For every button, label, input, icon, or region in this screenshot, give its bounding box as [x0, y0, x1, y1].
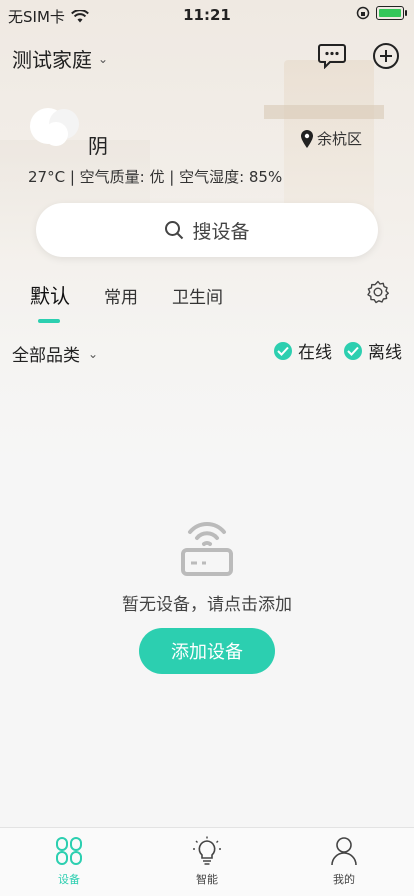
tab-label: 常用 [104, 288, 138, 308]
online-label: 在线 [298, 343, 332, 363]
tab-default[interactable]: 默认 [30, 280, 70, 323]
router-icon [181, 521, 233, 576]
gear-icon [367, 280, 389, 304]
offline-checkbox[interactable]: 离线 [344, 338, 402, 363]
online-checkbox[interactable]: 在线 [274, 338, 332, 363]
active-tab-indicator [38, 319, 60, 323]
plus-circle-icon [373, 43, 399, 69]
location-pin-icon [300, 129, 313, 148]
tab-label: 卫生间 [172, 288, 223, 308]
empty-message: 暂无设备，请点击添加 [122, 595, 292, 615]
lightbulb-icon [193, 836, 221, 865]
device-filters: 全部品类 ⌄ 在线 离线 [12, 338, 402, 368]
search-bar[interactable]: 搜设备 [36, 203, 378, 257]
category-selector[interactable]: 全部品类 ⌄ [12, 341, 98, 366]
search-label: 搜设备 [192, 220, 250, 243]
location[interactable]: 余杭区 [300, 128, 362, 149]
search-icon [165, 221, 184, 240]
header-actions [316, 40, 402, 72]
weather-condition: 阴 [88, 134, 108, 158]
location-label: 余杭区 [316, 130, 362, 148]
tab-common[interactable]: 常用 [104, 280, 138, 309]
status-bar: 无SIM卡 11:21 [0, 0, 414, 28]
nav-me[interactable]: 我的 [314, 836, 374, 887]
chevron-down-icon: ⌄ [88, 346, 99, 361]
orientation-lock-icon [356, 6, 370, 20]
home-selector[interactable]: 测试家庭 ⌄ [12, 44, 108, 73]
category-label: 全部品类 [12, 346, 80, 366]
tab-bathroom[interactable]: 卫生间 [172, 280, 223, 309]
room-tabs: 默认 常用 卫生间 [30, 280, 223, 323]
room-settings-button[interactable] [366, 280, 390, 308]
message-button[interactable] [316, 40, 348, 72]
clock: 11:21 [183, 6, 231, 24]
add-button[interactable] [370, 40, 402, 72]
home-name: 测试家庭 [12, 48, 92, 72]
check-icon [344, 341, 362, 360]
check-icon [274, 341, 292, 360]
nav-devices[interactable]: 设备 [39, 836, 99, 887]
bottom-nav: 设备 智能 我的 [0, 827, 414, 896]
offline-label: 离线 [368, 343, 402, 363]
profile-icon [331, 837, 357, 866]
weather-metrics: 27°C | 空气质量: 优 | 空气湿度: 85% [28, 168, 283, 186]
cloud-icon [30, 108, 79, 146]
chevron-down-icon: ⌄ [98, 51, 109, 66]
nav-label: 我的 [333, 873, 355, 886]
weather-card: 阴 余杭区 27°C | 空气质量: 优 | 空气湿度: 85% [26, 102, 386, 192]
status-checks: 在线 离线 [274, 338, 402, 363]
devices-icon [56, 837, 82, 865]
home-header: 测试家庭 ⌄ [12, 40, 402, 76]
nav-smart[interactable]: 智能 [177, 836, 237, 887]
nav-label: 智能 [196, 873, 218, 886]
battery-icon [376, 6, 407, 20]
nav-label: 设备 [58, 873, 80, 886]
add-device-button[interactable]: 添加设备 [139, 628, 275, 674]
message-icon [318, 44, 346, 69]
status-right [356, 6, 407, 20]
empty-state: 暂无设备，请点击添加 [0, 510, 414, 615]
tab-label: 默认 [30, 284, 70, 308]
